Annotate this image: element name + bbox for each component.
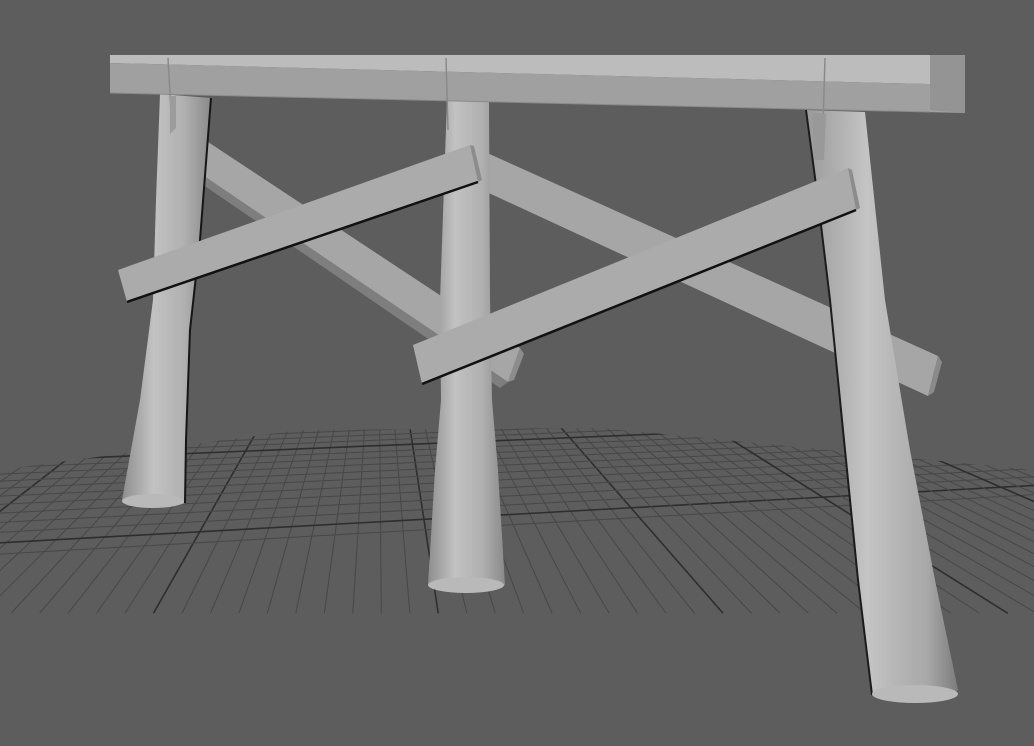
grid-line — [323, 428, 365, 614]
grid-line — [542, 428, 1034, 614]
grid-line — [0, 428, 244, 614]
grid-line — [0, 428, 67, 614]
3d-viewport[interactable] — [0, 0, 1034, 746]
grid-line — [0, 428, 9, 614]
grid-line — [0, 428, 92, 614]
grid-line — [0, 428, 59, 614]
grid-line — [0, 428, 18, 614]
leg-left[interactable] — [122, 94, 212, 508]
grid-line — [352, 428, 372, 614]
grid-line — [0, 428, 76, 614]
grid-line — [0, 428, 84, 615]
grid-line — [96, 428, 305, 614]
grid-line — [0, 428, 26, 614]
grid-line — [378, 428, 382, 614]
grid-line — [0, 428, 228, 614]
grid-line — [0, 428, 100, 614]
scene-canvas[interactable] — [0, 0, 1034, 746]
grid-line — [385, 428, 411, 614]
